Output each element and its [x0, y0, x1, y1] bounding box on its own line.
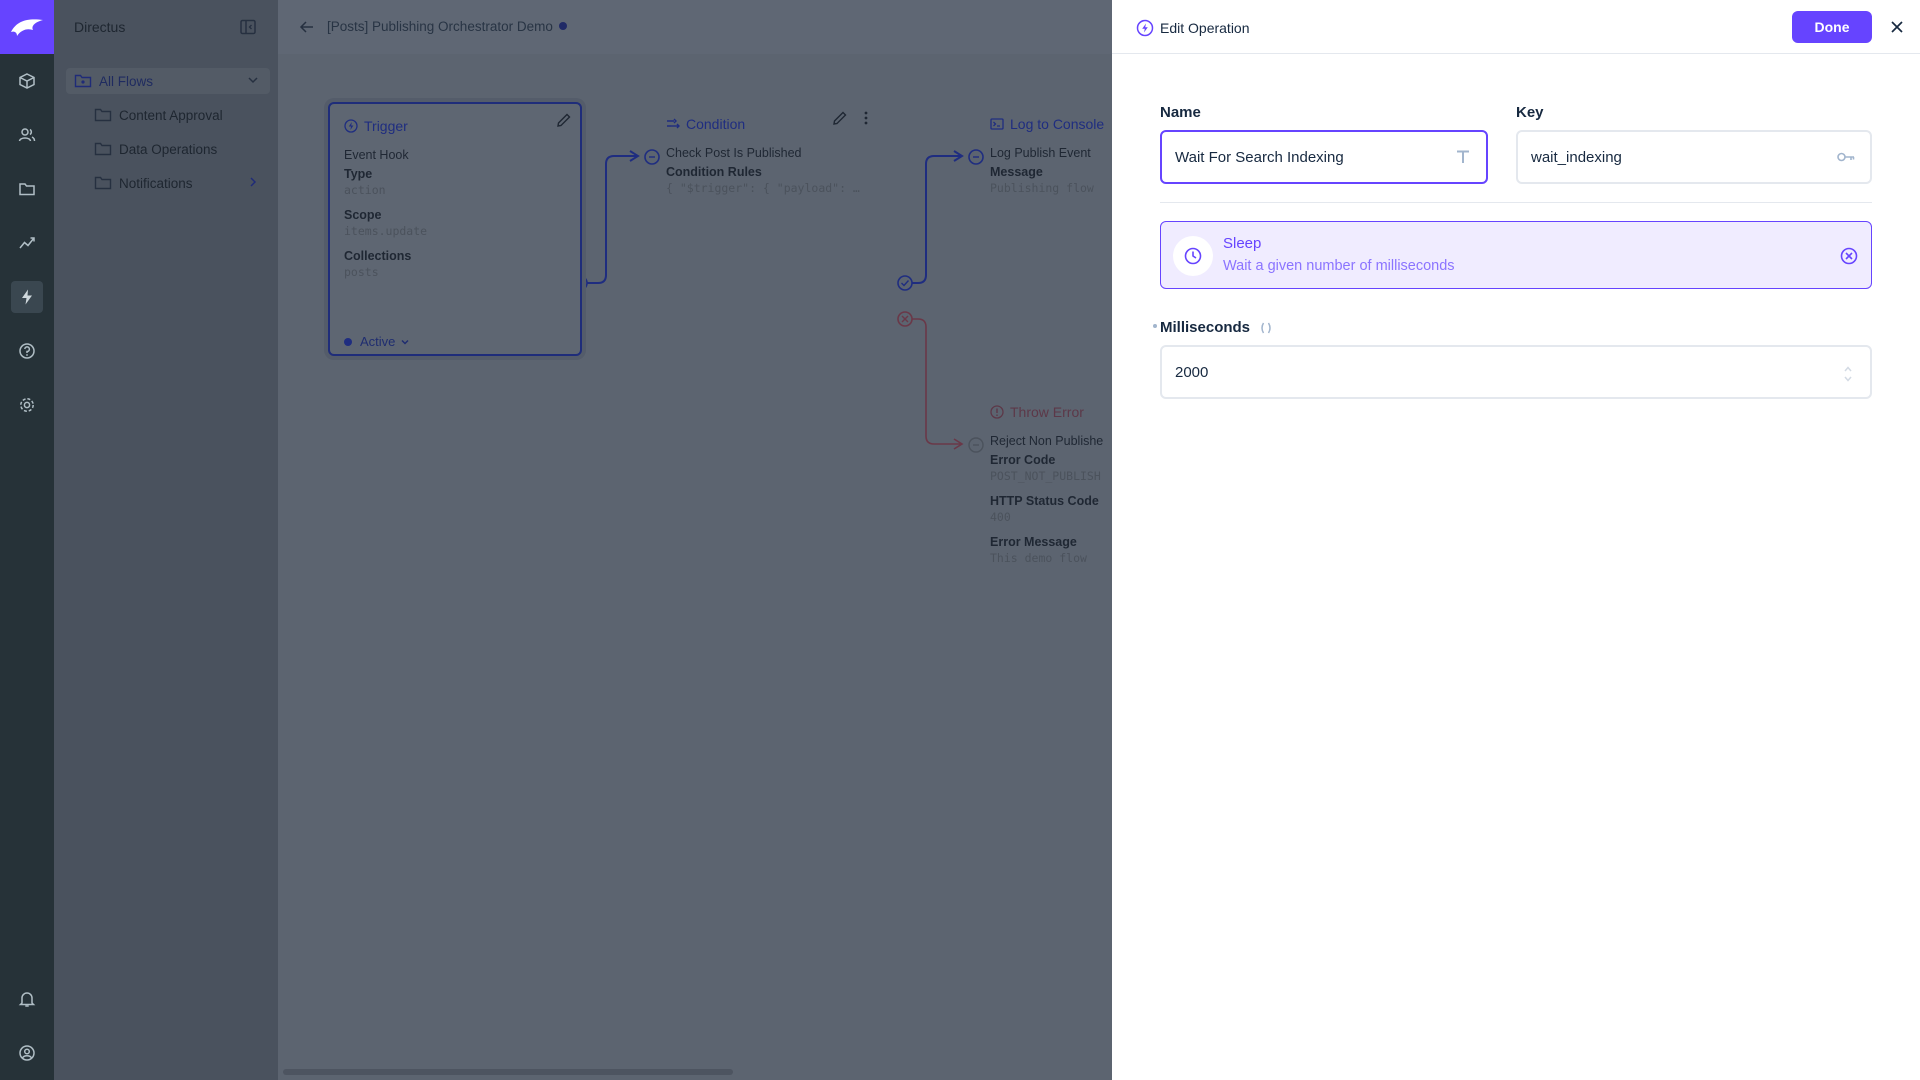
operation-description: Wait a given number of milliseconds [1223, 258, 1455, 274]
edit-pencil-icon[interactable] [832, 110, 848, 131]
page-title: [Posts] Publishing Orchestrator Demo [327, 19, 567, 34]
help-icon[interactable] [11, 335, 43, 367]
number-stepper-icon[interactable] [1842, 362, 1854, 386]
drawer-header: Edit Operation Done [1112, 0, 1920, 54]
nav-item-label: Content Approval [119, 107, 223, 123]
field-label: Collections [344, 249, 412, 263]
module-bar [0, 0, 54, 1080]
key-input[interactable]: wait_indexing [1516, 130, 1872, 184]
milliseconds-label: Milliseconds [1160, 319, 1274, 336]
log-title: Log to Console [990, 116, 1104, 132]
field-value: Publishing flow [990, 181, 1094, 195]
folder-icon [94, 140, 112, 158]
name-label: Name [1160, 104, 1201, 121]
condition-subtitle: Check Post Is Published [666, 146, 802, 160]
sidebar-toggle-icon[interactable] [239, 18, 257, 41]
trigger-panel[interactable]: Trigger Event Hook Type action Scope ite… [328, 102, 582, 356]
edit-pencil-icon[interactable] [556, 112, 572, 133]
field-label: Condition Rules [666, 165, 762, 179]
field-value: action [344, 183, 386, 197]
required-indicator [1153, 324, 1157, 328]
log-subtitle: Log Publish Event [990, 146, 1091, 160]
terminal-icon [990, 117, 1004, 131]
trigger-bolt-icon [344, 119, 358, 133]
condition-title: Condition [666, 116, 745, 132]
field-label: Scope [344, 208, 382, 222]
field-value: { "$trigger": { "payload": … [666, 181, 860, 195]
folder-icon [74, 72, 92, 90]
nav-item-all-flows[interactable]: All Flows [74, 72, 270, 90]
field-label: Error Message [990, 535, 1077, 549]
more-vertical-icon[interactable] [858, 110, 874, 131]
flow-canvas: Trigger Event Hook Type action Scope ite… [278, 54, 1112, 1080]
back-arrow-icon[interactable] [298, 18, 316, 41]
key-label: Key [1516, 104, 1544, 121]
insights-icon[interactable] [11, 227, 43, 259]
close-icon[interactable] [1888, 18, 1906, 41]
nav-item-content-approval[interactable]: Content Approval [94, 106, 223, 124]
page-header: [Posts] Publishing Orchestrator Demo [278, 0, 1112, 54]
status-dot [558, 22, 567, 30]
text-format-icon [1454, 148, 1472, 166]
chevron-right-icon[interactable] [246, 175, 260, 192]
operation-name: Sleep [1223, 235, 1262, 252]
nav-item-label: Data Operations [119, 141, 218, 157]
field-value: POST_NOT_PUBLISH [990, 469, 1101, 483]
nav-item-data-operations[interactable]: Data Operations [94, 140, 217, 158]
field-value: posts [344, 265, 379, 279]
key-value: wait_indexing [1531, 148, 1622, 166]
nav-item-notifications[interactable]: Notifications [94, 174, 270, 192]
folder-icon [94, 106, 112, 124]
remove-operation-icon[interactable] [1839, 246, 1859, 266]
project-name: Directus [74, 19, 126, 35]
milliseconds-value: 2000 [1175, 363, 1209, 381]
horizontal-scrollbar[interactable] [283, 1069, 733, 1075]
rabbit-logo-icon [11, 19, 43, 36]
field-value: This demo flow [990, 551, 1087, 565]
notifications-icon[interactable] [11, 983, 43, 1015]
throw-error-panel[interactable]: Throw Error Reject Non Publishe Error Co… [984, 390, 1112, 630]
nav-item-label: Notifications [119, 175, 193, 191]
nav-item-label: All Flows [99, 73, 154, 89]
files-icon[interactable] [11, 173, 43, 205]
done-button[interactable]: Done [1792, 11, 1872, 43]
status-dropdown[interactable]: Active [344, 334, 411, 349]
users-icon[interactable] [11, 119, 43, 151]
name-input[interactable]: Wait For Search Indexing [1160, 130, 1488, 184]
condition-icon [666, 117, 680, 131]
folder-icon [94, 174, 112, 192]
field-label: Error Code [990, 453, 1056, 467]
drawer-title: Edit Operation [1136, 19, 1250, 37]
account-icon[interactable] [11, 1037, 43, 1069]
trigger-title: Trigger [344, 118, 408, 134]
field-value: 400 [990, 510, 1011, 524]
flows-icon[interactable] [11, 281, 43, 313]
raw-value-icon[interactable] [1258, 320, 1274, 336]
throw-subtitle: Reject Non Publishe [990, 434, 1104, 448]
operation-bolt-icon [1136, 19, 1154, 37]
throw-title: Throw Error [990, 404, 1084, 420]
condition-panel[interactable]: Condition Check Post Is Published Condit… [660, 102, 900, 252]
edit-operation-drawer: Edit Operation Done Name Wait For Search… [1112, 0, 1920, 1080]
name-value: Wait For Search Indexing [1175, 148, 1344, 166]
chevron-down-icon [401, 339, 409, 345]
chevron-down-icon[interactable] [246, 73, 260, 90]
operation-type-card[interactable]: Sleep Wait a given number of millisecond… [1160, 221, 1872, 289]
divider [1160, 202, 1872, 203]
field-label: Message [990, 165, 1043, 179]
field-label: HTTP Status Code [990, 494, 1099, 508]
settings-icon[interactable] [11, 389, 43, 421]
clock-icon [1173, 236, 1213, 276]
milliseconds-input[interactable]: 2000 [1160, 345, 1872, 399]
error-icon [990, 405, 1004, 419]
content-icon[interactable] [11, 65, 43, 97]
directus-logo[interactable] [0, 0, 54, 54]
trigger-subtitle: Event Hook [344, 148, 409, 162]
log-console-panel[interactable]: Log to Console Log Publish Event Message… [984, 102, 1112, 252]
status-dot [344, 337, 352, 346]
field-label: Type [344, 167, 373, 181]
key-icon [1836, 148, 1856, 166]
field-value: items.update [344, 224, 428, 238]
navigation-sidebar: Directus All Flows Content Approval Data… [54, 0, 278, 1080]
